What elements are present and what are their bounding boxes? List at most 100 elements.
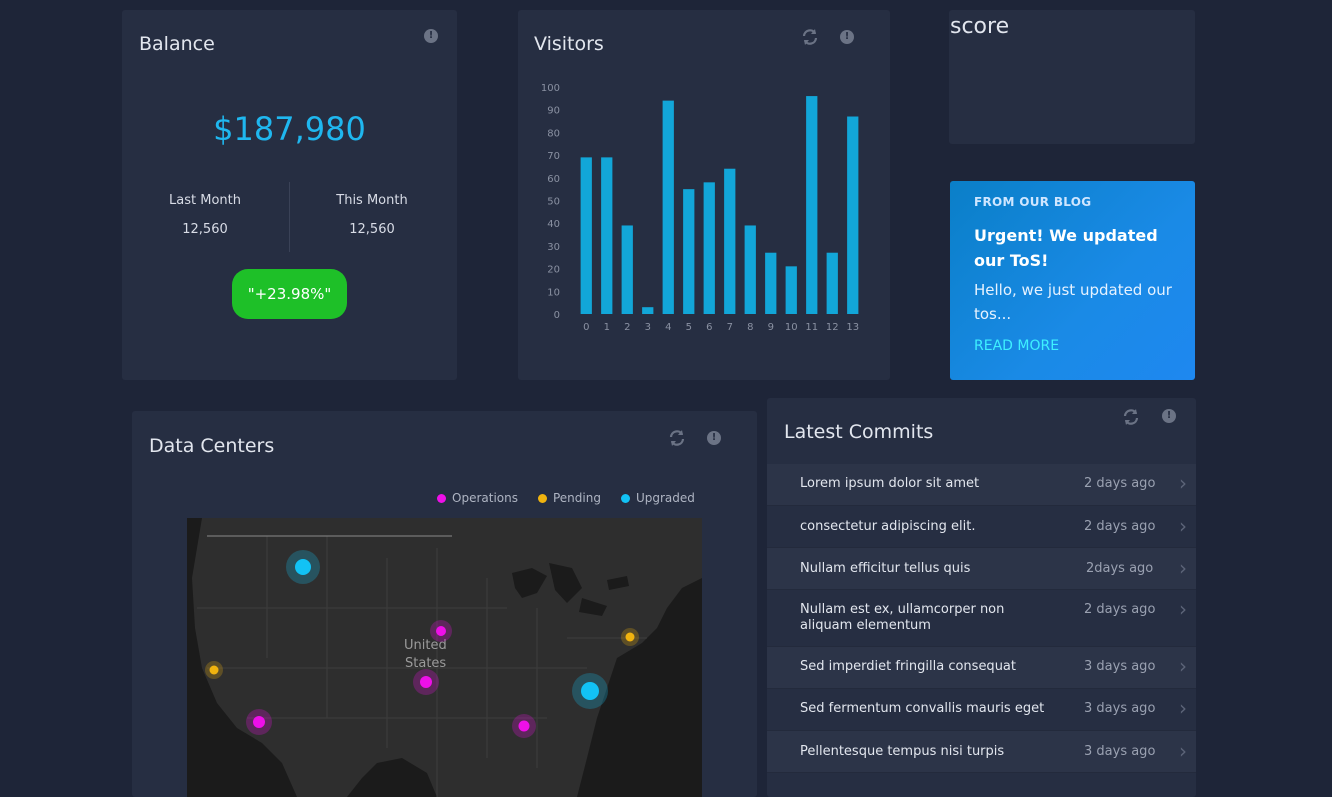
commit-row[interactable]: Sed imperdiet fringilla consequat 3 days…: [767, 647, 1196, 689]
legend-label: Pending: [552, 491, 601, 505]
blog-card: FROM OUR BLOG Urgent! We updated our ToS…: [950, 181, 1195, 380]
map-label-states: States: [405, 656, 446, 671]
bar[interactable]: [806, 96, 818, 314]
marker-upgraded[interactable]: [286, 550, 320, 584]
commit-message: Pellentesque tempus nisi turpis: [800, 744, 1005, 759]
chevron-right-icon[interactable]: ›: [1179, 556, 1187, 580]
legend-item-pending[interactable]: Pending: [537, 491, 601, 505]
commit-row[interactable]: Pellentesque tempus nisi turpis 3 days a…: [767, 731, 1196, 773]
x-tick-label: 13: [846, 322, 859, 333]
y-tick-label: 80: [547, 128, 560, 139]
chevron-right-icon[interactable]: ›: [1179, 597, 1187, 621]
y-tick-label: 50: [547, 197, 560, 208]
chevron-right-icon[interactable]: ›: [1179, 739, 1187, 763]
bar[interactable]: [642, 307, 654, 314]
x-tick-label: 4: [665, 322, 671, 333]
y-tick-label: 10: [547, 287, 560, 298]
commit-time: 2 days ago: [1084, 476, 1156, 491]
y-tick-label: 60: [547, 174, 560, 185]
x-tick-label: 8: [747, 322, 753, 333]
legend-dot: [620, 493, 630, 503]
this-month-value: 12,560: [349, 222, 395, 237]
legend-label: Operations: [452, 491, 518, 505]
x-tick-label: 0: [583, 322, 589, 333]
score-title: score: [950, 14, 1010, 39]
commits-list: Lorem ipsum dolor sit amet 2 days ago › …: [767, 464, 1196, 773]
commit-time: 2days ago: [1086, 561, 1154, 576]
this-month-label: This Month: [336, 193, 408, 208]
bar[interactable]: [621, 225, 633, 314]
this-month-stat: This Month 12,560: [297, 193, 447, 237]
y-tick-label: 90: [547, 106, 560, 117]
marker-pending[interactable]: [205, 661, 223, 679]
data-centers-title: Data Centers: [149, 435, 275, 457]
y-tick-label: 0: [554, 310, 560, 321]
legend-item-operations[interactable]: Operations: [437, 491, 518, 505]
bar[interactable]: [601, 157, 613, 314]
bar[interactable]: [683, 189, 695, 314]
legend-item-upgraded[interactable]: Upgraded: [620, 491, 695, 505]
x-tick-label: 6: [706, 322, 712, 333]
refresh-icon[interactable]: [668, 429, 685, 446]
balance-card: Balance ! $187,980 Last Month 12,560 Thi…: [122, 10, 457, 380]
commits-title: Latest Commits: [784, 421, 934, 443]
marker-operations[interactable]: [413, 669, 439, 695]
last-month-value: 12,560: [182, 222, 228, 237]
blog-kicker: FROM OUR BLOG: [974, 195, 1092, 209]
read-more-link[interactable]: READ MORE: [974, 338, 1059, 354]
commit-time: 2 days ago: [1084, 602, 1156, 617]
bar[interactable]: [765, 252, 777, 314]
chevron-right-icon[interactable]: ›: [1179, 471, 1187, 495]
commit-time: 2 days ago: [1084, 519, 1156, 534]
info-icon[interactable]: !: [424, 29, 440, 45]
commit-message: Lorem ipsum dolor sit amet: [800, 476, 980, 491]
x-tick-label: 11: [805, 322, 818, 333]
commits-card: Latest Commits ! Lorem ipsum dolor sit a…: [767, 398, 1196, 797]
chevron-right-icon[interactable]: ›: [1179, 654, 1187, 678]
bar[interactable]: [580, 157, 592, 314]
commit-message: Sed fermentum convallis mauris eget: [800, 701, 1045, 716]
commit-message: consectetur adipiscing elit.: [800, 519, 976, 534]
blog-excerpt: Hello, we just updated our tos...: [974, 281, 1172, 323]
marker-pending[interactable]: [621, 628, 639, 646]
commit-row[interactable]: Sed fermentum convallis mauris eget 3 da…: [767, 689, 1196, 731]
data-centers-card: Data Centers ! Operations Pending Upgrad…: [132, 411, 757, 797]
legend-dot: [437, 493, 446, 503]
info-icon[interactable]: !: [707, 431, 723, 447]
y-tick-label: 30: [547, 242, 560, 253]
bar[interactable]: [785, 266, 797, 314]
bar[interactable]: [744, 225, 756, 314]
divider: [289, 182, 290, 252]
balance-title: Balance: [139, 33, 215, 55]
x-tick-label: 9: [768, 322, 774, 333]
marker-operations[interactable]: [246, 709, 272, 735]
x-tick-label: 7: [727, 322, 733, 333]
bar[interactable]: [703, 182, 715, 314]
marker-operations[interactable]: [430, 620, 452, 642]
y-tick-label: 100: [541, 83, 560, 94]
y-tick-label: 40: [547, 219, 560, 230]
chevron-right-icon[interactable]: ›: [1179, 514, 1187, 538]
marker-upgraded[interactable]: [572, 673, 608, 709]
refresh-icon[interactable]: [1122, 408, 1139, 425]
x-tick-label: 3: [645, 322, 651, 333]
commit-time: 3 days ago: [1084, 659, 1156, 674]
info-icon[interactable]: !: [1162, 409, 1178, 425]
bar[interactable]: [826, 252, 838, 314]
bar[interactable]: [662, 100, 674, 315]
change-badge: "+23.98%": [232, 269, 347, 319]
commit-row[interactable]: Lorem ipsum dolor sit amet 2 days ago ›: [767, 464, 1196, 506]
chevron-right-icon[interactable]: ›: [1179, 696, 1187, 720]
bar[interactable]: [724, 168, 736, 314]
x-tick-label: 1: [604, 322, 610, 333]
x-tick-label: 5: [686, 322, 692, 333]
commit-row[interactable]: Nullam efficitur tellus quis 2days ago ›: [767, 548, 1196, 590]
commit-row[interactable]: Nullam est ex, ullamcorper non aliquam e…: [767, 590, 1196, 647]
marker-operations[interactable]: [512, 714, 536, 738]
map-legend: Operations Pending Upgraded: [437, 491, 695, 505]
bar[interactable]: [847, 116, 859, 314]
commit-row[interactable]: consectetur adipiscing elit. 2 days ago …: [767, 506, 1196, 548]
score-card: score: [949, 10, 1195, 144]
x-tick-label: 12: [826, 322, 839, 333]
usa-map[interactable]: United States: [187, 518, 702, 797]
